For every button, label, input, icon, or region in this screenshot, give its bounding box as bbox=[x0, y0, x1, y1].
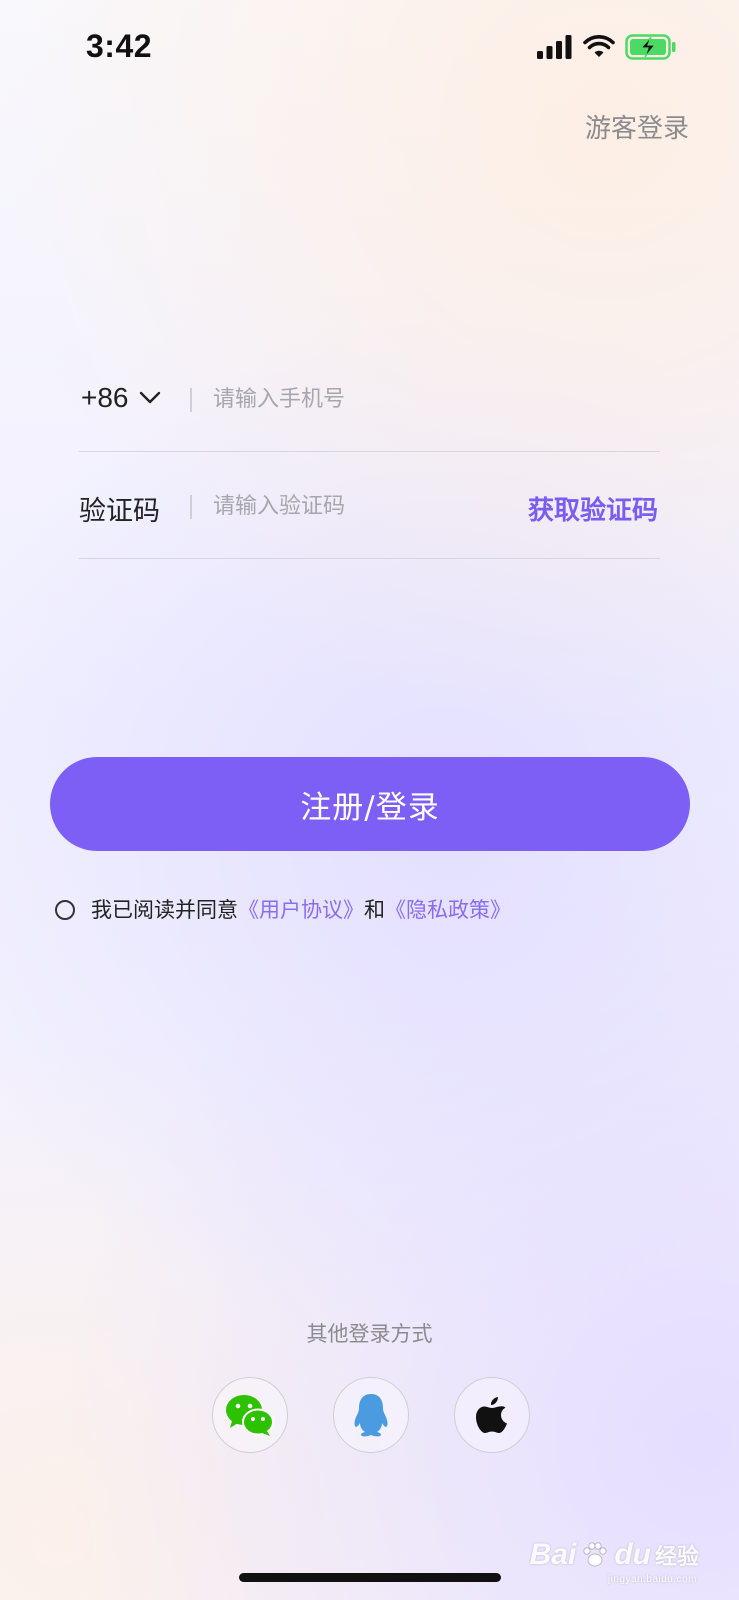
privacy-policy-link[interactable]: 《隐私政策》 bbox=[385, 894, 511, 924]
wechat-icon bbox=[226, 1395, 274, 1436]
watermark-cn: 经验 bbox=[654, 1544, 699, 1569]
qq-icon bbox=[354, 1394, 388, 1437]
register-login-button[interactable]: 注册/登录 bbox=[50, 757, 690, 851]
phone-row: +86 bbox=[79, 346, 660, 452]
apple-login-button[interactable] bbox=[454, 1377, 530, 1453]
watermark-text-2: du bbox=[614, 1538, 651, 1571]
phone-input[interactable] bbox=[213, 376, 513, 422]
code-label: 验证码 bbox=[79, 496, 160, 527]
country-code-selector[interactable]: +86 bbox=[81, 382, 161, 414]
agreement-text: 我已阅读并同意 bbox=[91, 898, 238, 922]
code-row: 验证码 获取验证码 bbox=[79, 453, 660, 559]
wifi-icon bbox=[583, 35, 615, 57]
wechat-login-button[interactable] bbox=[212, 1377, 288, 1453]
field-divider bbox=[190, 495, 192, 519]
signal-icon bbox=[537, 35, 572, 59]
field-divider bbox=[190, 388, 192, 412]
user-agreement-link[interactable]: 《用户协议》 bbox=[238, 894, 364, 924]
watermark-sub: jingyan.baidu.com bbox=[607, 1574, 697, 1585]
apple-icon bbox=[476, 1397, 507, 1433]
agreement-conjunction: 和 bbox=[364, 898, 385, 922]
status-icons bbox=[537, 34, 677, 60]
qq-login-button[interactable] bbox=[333, 1377, 409, 1453]
code-input[interactable] bbox=[213, 483, 513, 529]
agreement-checkbox[interactable] bbox=[55, 900, 75, 920]
chevron-down-icon bbox=[139, 391, 160, 404]
get-code-button[interactable]: 获取验证码 bbox=[528, 490, 658, 527]
country-code-value: +86 bbox=[81, 382, 129, 413]
paw-icon bbox=[583, 1542, 608, 1567]
home-indicator[interactable] bbox=[239, 1573, 501, 1582]
baidu-watermark: Bai du 经验 jingyan.baidu.com bbox=[529, 1538, 699, 1585]
status-time: 3:42 bbox=[86, 28, 153, 64]
watermark-text: Bai bbox=[529, 1538, 577, 1571]
agreement-row: 我已阅读并同意 《用户协议》 和 《隐私政策》 bbox=[55, 894, 511, 924]
battery-charging-icon bbox=[625, 34, 676, 60]
other-login-title: 其他登录方式 bbox=[306, 1322, 433, 1346]
guest-login-link[interactable]: 游客登录 bbox=[585, 108, 689, 145]
